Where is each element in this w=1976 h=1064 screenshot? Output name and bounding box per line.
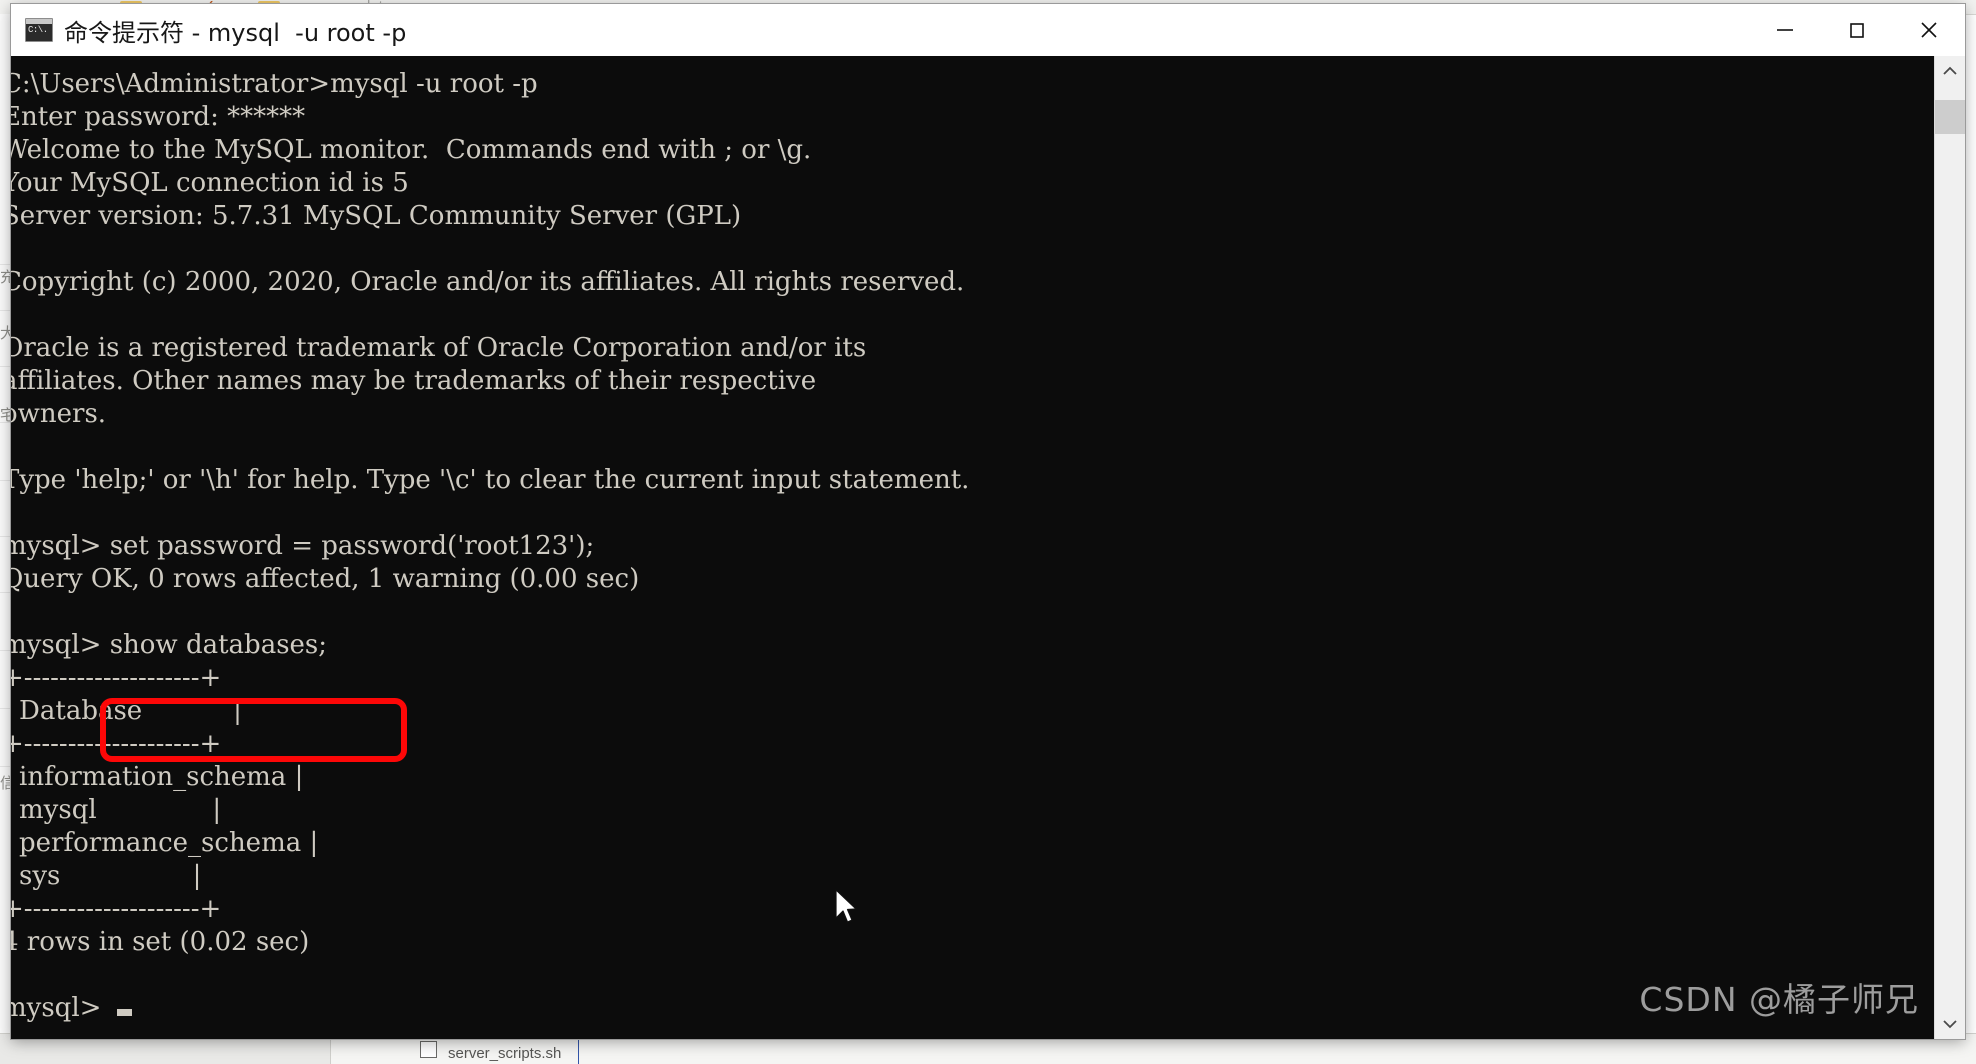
terminal-line: +--------------------+ [11, 894, 222, 924]
terminal-line: Oracle is a registered trademark of Orac… [11, 333, 867, 363]
terminal-line: mysql> set password = password('root123'… [11, 531, 595, 561]
chevron-down-icon [1943, 1020, 1957, 1029]
terminal-prompt: mysql> [11, 993, 102, 1023]
scrollbar-thumb[interactable] [1935, 100, 1965, 134]
window-controls [1749, 4, 1965, 56]
minimize-icon [1777, 29, 1793, 31]
terminal-line: | performance_schema | [11, 828, 319, 858]
maximize-button[interactable] [1821, 4, 1893, 56]
watermark: CSDN @橘子师兄 [1639, 980, 1919, 1019]
text-caret [578, 1038, 579, 1064]
terminal-line: affiliates. Other names may be trademark… [11, 366, 817, 396]
minimize-button[interactable] [1749, 4, 1821, 56]
terminal-line: +--------------------+ [11, 663, 222, 693]
terminal-line: Query OK, 0 rows affected, 1 warning (0.… [11, 564, 640, 594]
window-title: 命令提示符 - mysql -u root -p [64, 18, 407, 47]
terminal-line: | Database | [11, 696, 242, 726]
terminal-line: C:\Users\Administrator>mysql -u root -p [11, 69, 538, 99]
close-icon [1921, 22, 1937, 38]
screenshot-root: ✓ ▼ data 充 大 宅 信 server_scripts.sh [0, 0, 1976, 1064]
console-output-area[interactable]: C:\Users\Administrator>mysql -u root -p E… [11, 56, 1965, 1039]
vertical-scrollbar[interactable] [1934, 56, 1965, 1039]
terminal-line: 4 rows in set (0.02 sec) [11, 927, 310, 957]
close-button[interactable] [1893, 4, 1965, 56]
scroll-down-button[interactable] [1935, 1009, 1965, 1039]
terminal-line: +--------------------+ [11, 729, 222, 759]
terminal-line: | information_schema | [11, 762, 304, 792]
maximize-icon [1850, 23, 1864, 38]
chevron-up-icon [1943, 66, 1957, 75]
terminal-line: Your MySQL connection id is 5 [11, 168, 409, 198]
terminal-line: Type 'help;' or '\h' for help. Type '\c'… [11, 465, 970, 495]
terminal-line: Enter password: ****** [11, 102, 306, 132]
row-checkbox[interactable] [420, 1041, 437, 1058]
cmd-icon [25, 18, 53, 42]
scroll-up-button[interactable] [1935, 56, 1965, 86]
terminal-line: Server version: 5.7.31 MySQL Community S… [11, 201, 742, 231]
terminal-line: owners. [11, 399, 107, 429]
terminal-line: Copyright (c) 2000, 2020, Oracle and/or … [11, 267, 965, 297]
command-prompt-window: 命令提示符 - mysql -u root -p [11, 4, 1965, 1039]
terminal-prompt-line: mysql> [11, 992, 969, 1025]
terminal-line: Welcome to the MySQL monitor. Commands e… [11, 135, 812, 165]
terminal-cursor [117, 1009, 133, 1016]
terminal-line: mysql> show databases; [11, 630, 328, 660]
terminal-text: C:\Users\Administrator>mysql -u root -p E… [11, 68, 969, 1025]
terminal-line: | sys | [11, 861, 202, 891]
window-titlebar[interactable]: 命令提示符 - mysql -u root -p [11, 4, 1965, 56]
terminal-line: | mysql | [11, 795, 222, 825]
background-file-row: server_scripts.sh [448, 1045, 562, 1062]
